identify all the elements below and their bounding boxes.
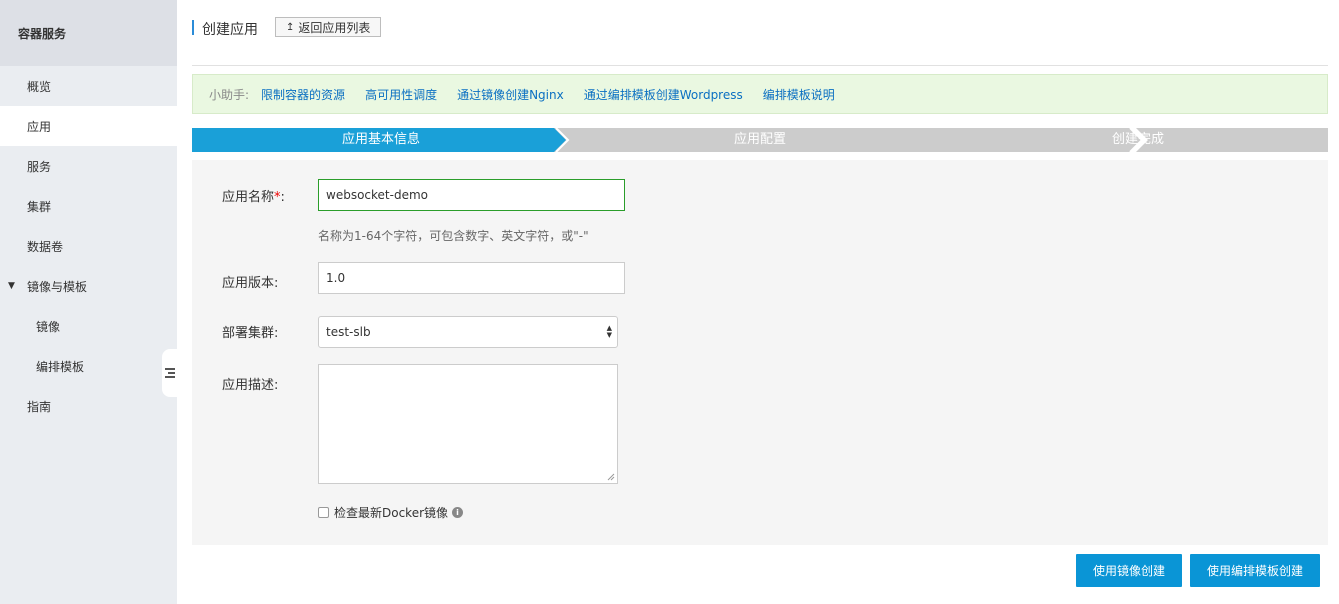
app-name-value: websocket-demo xyxy=(326,188,428,202)
sidebar-item-overview[interactable]: 概览 xyxy=(0,66,177,106)
collapse-icon xyxy=(165,366,175,380)
select-arrows-icon: ▲ ▼ xyxy=(606,324,612,339)
sidebar-item-images-templates[interactable]: ▼ 镜像与模板 xyxy=(0,266,177,306)
helper-label: 小助手: xyxy=(209,87,250,102)
sidebar-header: 容器服务 xyxy=(0,0,177,66)
back-to-list-button[interactable]: ↥ 返回应用列表 xyxy=(275,17,382,37)
title-accent-bar xyxy=(192,20,194,35)
check-docker-label[interactable]: 检查最新Docker镜像 xyxy=(334,504,448,521)
app-version-label: 应用版本: xyxy=(222,276,279,291)
description-textarea[interactable] xyxy=(318,364,618,484)
app-version-value: 1.0 xyxy=(326,271,346,285)
sidebar-item-label: 镜像与模板 xyxy=(27,279,88,294)
caret-down-icon: ▼ xyxy=(8,281,15,291)
helper-link-wordpress[interactable]: 通过编排模板创建Wordpress xyxy=(584,86,743,103)
create-from-image-button[interactable]: 使用镜像创建 xyxy=(1076,554,1182,587)
app-version-input[interactable]: 1.0 xyxy=(318,262,625,294)
main-content: 创建应用 ↥ 返回应用列表 小助手: 限制容器的资源 高可用性调度 通过镜像创建… xyxy=(192,0,1328,604)
app-name-input[interactable]: websocket-demo xyxy=(318,179,625,211)
app-name-label: 应用名称*: xyxy=(222,186,285,205)
create-from-template-button[interactable]: 使用编排模板创建 xyxy=(1190,554,1320,587)
app-name-hint: 名称为1-64个字符，可包含数字、英文字符，或"-" xyxy=(318,229,589,243)
sidebar-item-templates[interactable]: 编排模板 xyxy=(0,346,177,386)
sidebar-item-guide[interactable]: 指南 xyxy=(0,386,177,426)
helper-link-resource-limits[interactable]: 限制容器的资源 xyxy=(261,86,345,103)
app-name-label-text: 应用名称 xyxy=(222,190,275,205)
step-basic-info: 应用基本信息 xyxy=(341,132,420,147)
page-title: 创建应用 xyxy=(202,22,258,38)
sidebar-item-volumes[interactable]: 数据卷 xyxy=(0,226,177,266)
check-docker-checkbox[interactable] xyxy=(318,507,329,518)
helper-link-ha-scheduling[interactable]: 高可用性调度 xyxy=(365,86,437,103)
app-name-label-colon: : xyxy=(280,190,285,205)
form-panel: 应用名称*: websocket-demo 名称为1-64个字符，可包含数字、英… xyxy=(192,160,1328,545)
helper-link-nginx[interactable]: 通过镜像创建Nginx xyxy=(457,86,564,103)
sidebar-collapse-handle[interactable] xyxy=(162,349,178,397)
helper-link-template-docs[interactable]: 编排模板说明 xyxy=(763,86,835,103)
description-label: 应用描述: xyxy=(222,378,279,393)
back-button-label: 返回应用列表 xyxy=(298,20,371,35)
sidebar-item-apps[interactable]: 应用 xyxy=(0,106,177,146)
sidebar-item-images[interactable]: 镜像 xyxy=(0,306,177,346)
cluster-select[interactable]: test-slb ▲ ▼ xyxy=(318,316,618,348)
cluster-label: 部署集群: xyxy=(222,326,279,341)
sidebar-item-clusters[interactable]: 集群 xyxy=(0,186,177,226)
title-bar: 创建应用 ↥ 返回应用列表 xyxy=(192,0,1328,66)
sidebar: 容器服务 概览 应用 服务 集群 数据卷 ▼ 镜像与模板 镜像 编排模板 指南 xyxy=(0,0,177,604)
sidebar-item-services[interactable]: 服务 xyxy=(0,146,177,186)
step-app-config: 应用配置 xyxy=(733,132,786,147)
cluster-selected-value: test-slb xyxy=(326,325,371,339)
helper-bar: 小助手: 限制容器的资源 高可用性调度 通过镜像创建Nginx 通过编排模板创建… xyxy=(192,74,1328,114)
info-icon[interactable]: i xyxy=(452,507,464,518)
back-arrow-icon: ↥ xyxy=(286,21,295,33)
step-indicator: 应用基本信息 应用配置 创建完成 xyxy=(192,128,1328,152)
step-complete: 创建完成 xyxy=(1111,132,1164,147)
check-docker-row: 检查最新Docker镜像 i xyxy=(318,504,464,521)
resize-grip-icon[interactable] xyxy=(607,473,615,481)
